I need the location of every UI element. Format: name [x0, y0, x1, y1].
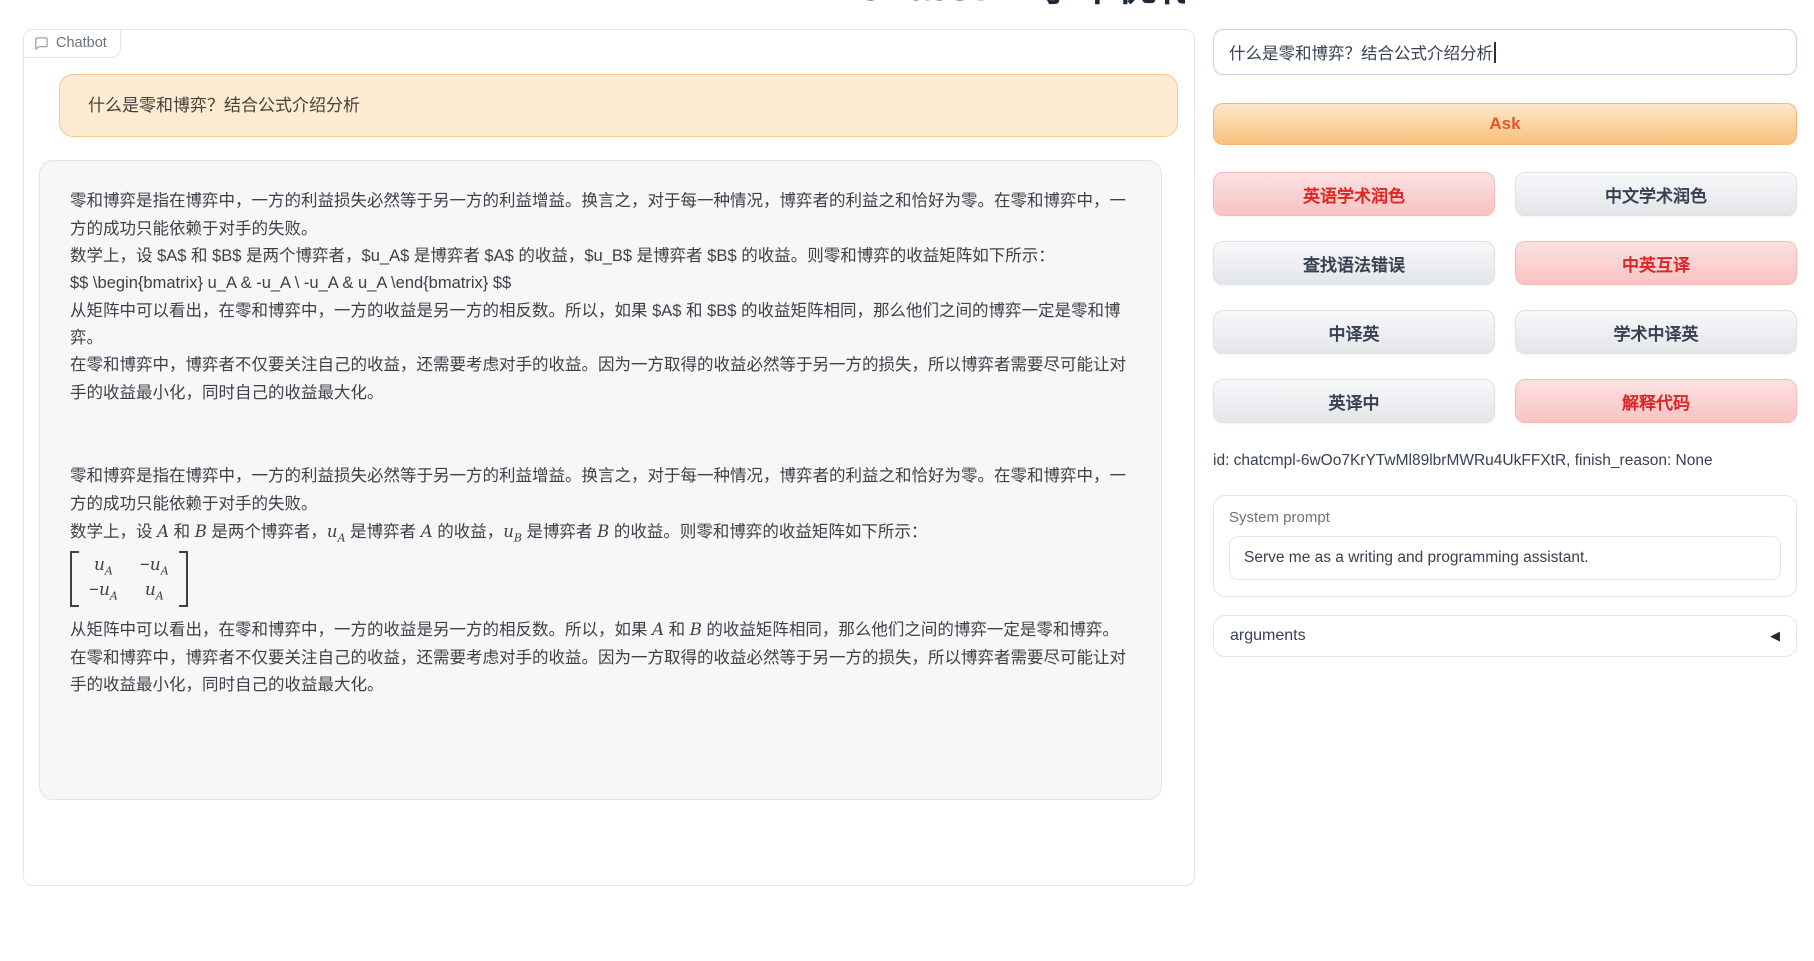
- button-chinese-academic-polish[interactable]: 中文学术润色: [1515, 172, 1797, 216]
- math-var-B: B: [597, 522, 609, 541]
- question-input[interactable]: 什么是零和博弈？结合公式介绍分析: [1213, 29, 1797, 75]
- user-message-bubble: 什么是零和博弈？结合公式介绍分析: [59, 74, 1178, 137]
- bot-raw-paragraph-2: 数学上，设 $A$ 和 $B$ 是两个博弈者，$u_A$ 是博弈者 $A$ 的收…: [70, 243, 1131, 270]
- page-title-clipped: ChatGPT 学术优化: [855, 0, 1185, 9]
- controls-column: 什么是零和博弈？结合公式介绍分析 Ask 英语学术润色 中文学术润色 查找语法错…: [1213, 29, 1797, 657]
- system-prompt-input[interactable]: [1229, 536, 1781, 580]
- user-message-text: 什么是零和博弈？结合公式介绍分析: [88, 96, 360, 115]
- button-academic-zh-to-en[interactable]: 学术中译英: [1515, 310, 1797, 354]
- button-english-academic-polish[interactable]: 英语学术润色: [1213, 172, 1495, 216]
- bot-rendered-paragraph-4: 从矩阵中可以看出，在零和博弈中，一方的收益是另一方的相反数。所以，如果 A 和 …: [70, 616, 1131, 644]
- bot-rendered-paragraph-2: 数学上，设 A 和 B 是两个博弈者，uA 是博弈者 A 的收益，uB 是博弈者…: [70, 518, 1131, 548]
- bot-message-bubble: 零和博弈是指在博弈中，一方的利益损失必然等于另一方的利益增益。换言之，对于每一种…: [39, 160, 1162, 800]
- matrix-bracket-left: [70, 551, 79, 606]
- math-var-B: B: [195, 522, 207, 541]
- system-prompt-group: System prompt: [1213, 495, 1797, 597]
- math-var-B: B: [690, 620, 702, 639]
- bot-rendered-paragraph-5: 在零和博弈中，博弈者不仅要关注自己的收益，还需要考虑对手的收益。因为一方取得的收…: [70, 645, 1131, 700]
- page-title: ChatGPT 学术优化: [855, 0, 1185, 9]
- button-zh-en-mutual-translate[interactable]: 中英互译: [1515, 241, 1797, 285]
- button-zh-to-en[interactable]: 中译英: [1213, 310, 1495, 354]
- accordion-collapsed-arrow-icon: ◀: [1770, 628, 1780, 644]
- math-var-uA: u: [327, 522, 338, 541]
- button-explain-code[interactable]: 解释代码: [1515, 379, 1797, 423]
- chatbot-panel: Chatbot 什么是零和博弈？结合公式介绍分析 零和博弈是指在博弈中，一方的利…: [23, 29, 1195, 886]
- arguments-accordion[interactable]: arguments ◀: [1213, 615, 1797, 657]
- bot-answer-raw: 零和博弈是指在博弈中，一方的利益损失必然等于另一方的利益增益。换言之，对于每一种…: [70, 188, 1131, 407]
- bot-raw-paragraph-1: 零和博弈是指在博弈中，一方的利益损失必然等于另一方的利益增益。换言之，对于每一种…: [70, 188, 1131, 243]
- bot-raw-paragraph-4: 从矩阵中可以看出，在零和博弈中，一方的收益是另一方的相反数。所以，如果 $A$ …: [70, 298, 1131, 353]
- matrix-cell-r2c2: uA: [140, 579, 169, 604]
- math-var-A: A: [421, 522, 433, 541]
- function-button-grid: 英语学术润色 中文学术润色 查找语法错误 中英互译 中译英 学术中译英 英译中 …: [1213, 172, 1797, 423]
- system-prompt-label: System prompt: [1229, 509, 1781, 526]
- matrix-cell-r2c1: −uA: [89, 579, 118, 604]
- ask-button[interactable]: Ask: [1213, 103, 1797, 145]
- math-var-A: A: [652, 620, 664, 639]
- chat-bubble-icon: [34, 36, 49, 51]
- chatbot-panel-label-text: Chatbot: [56, 35, 107, 51]
- matrix-bracket-right: [179, 551, 188, 606]
- bot-answer-rendered: 零和博弈是指在博弈中，一方的利益损失必然等于另一方的利益增益。换言之，对于每一种…: [70, 463, 1131, 699]
- matrix-cell-r1c2: −uA: [140, 554, 169, 579]
- math-var-uB: u: [503, 522, 514, 541]
- bot-raw-paragraph-5: 在零和博弈中，博弈者不仅要关注自己的收益，还需要考虑对手的收益。因为一方取得的收…: [70, 352, 1131, 407]
- arguments-accordion-label: arguments: [1230, 627, 1306, 645]
- math-var-A: A: [157, 522, 169, 541]
- question-input-value: 什么是零和博弈？结合公式介绍分析: [1229, 40, 1493, 64]
- text-caret: [1494, 42, 1496, 63]
- status-line: id: chatcmpl-6wOo7KrYTwMl89lbrMWRu4UkFFX…: [1213, 452, 1797, 470]
- bot-raw-latex-formula: $$ \begin{bmatrix} u_A & -u_A \ -u_A & u…: [70, 270, 1131, 297]
- button-find-grammar-errors[interactable]: 查找语法错误: [1213, 241, 1495, 285]
- payoff-matrix: uA −uA −uA uA: [70, 551, 188, 606]
- matrix-cell-r1c1: uA: [89, 554, 118, 579]
- bot-rendered-paragraph-1: 零和博弈是指在博弈中，一方的利益损失必然等于另一方的利益增益。换言之，对于每一种…: [70, 463, 1131, 518]
- main-layout: Chatbot 什么是零和博弈？结合公式介绍分析 零和博弈是指在博弈中，一方的利…: [0, 0, 1814, 886]
- button-en-to-zh[interactable]: 英译中: [1213, 379, 1495, 423]
- chatbot-panel-label: Chatbot: [23, 29, 121, 58]
